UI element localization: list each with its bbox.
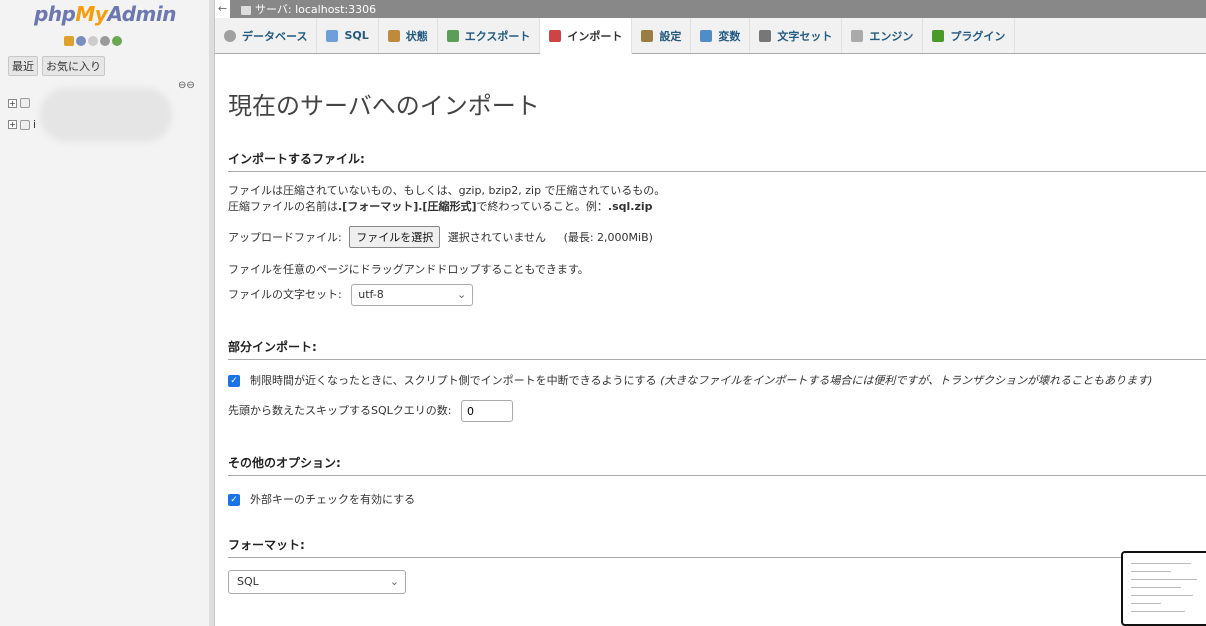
format-row: SQL ⌄ (228, 570, 406, 594)
tab-import[interactable]: インポート (540, 18, 633, 54)
main-menu: データベース SQL 状態 エクスポート インポート 設定 変数 文字セット エ… (215, 18, 1206, 54)
tab-databases[interactable]: データベース (215, 18, 318, 53)
server-breadcrumb[interactable]: サーバ: localhost:3306 (241, 1, 376, 17)
upload-label: アップロードファイル: (228, 231, 342, 244)
tab-plugins[interactable]: プラグイン (923, 18, 1016, 53)
server-icon (241, 5, 251, 15)
skip-row: 先頭から数えたスキップするSQLクエリの数: (228, 400, 513, 422)
skip-queries-input[interactable] (460, 400, 513, 422)
sidebar-tabs: 最近 お気に入り (8, 56, 105, 76)
collapse-arrow-icon[interactable]: ← (215, 0, 231, 18)
dragdrop-hint: ファイルを任意のページにドラッグアンドドロップすることもできます。 (228, 263, 589, 276)
upload-row: アップロードファイル: ファイルを選択 選択されていません (最長: 2,000… (228, 226, 653, 248)
recent-tab[interactable]: 最近 (8, 56, 38, 76)
charset-icon (759, 29, 772, 42)
tab-sql[interactable]: SQL (317, 18, 379, 53)
main-content: 現在のサーバへのインポート インポートするファイル: ファイルは圧縮されていない… (228, 54, 1206, 626)
tree-item[interactable]: + i (8, 118, 36, 131)
other-options-heading: その他のオプション: (228, 454, 1206, 476)
phpmyadmin-logo[interactable]: phpMyAdmin (34, 2, 176, 26)
wrench-icon (641, 29, 654, 42)
file-section-heading: インポートするファイル: (228, 150, 1206, 172)
sidebar-quick-icons (64, 36, 122, 46)
docs-icon[interactable] (88, 36, 98, 46)
fk-checks-label[interactable]: 外部キーのチェックを有効にする (250, 493, 415, 506)
home-icon[interactable] (64, 36, 74, 46)
page-title: 現在のサーバへのインポート (228, 92, 540, 120)
compression-desc: ファイルは圧縮されていないもの、もしくは、gzip, bzip2, zip で圧… (228, 184, 666, 197)
redacted-area (40, 88, 172, 142)
tree-item[interactable]: + (8, 98, 33, 108)
expand-icon[interactable]: + (8, 98, 17, 108)
gear-icon[interactable] (100, 36, 110, 46)
fk-checks-checkbox[interactable]: ✓ (228, 494, 240, 506)
database-icon (20, 119, 30, 130)
database-icon (224, 29, 236, 42)
screenshot-thumbnail[interactable] (1121, 551, 1206, 626)
tab-charsets[interactable]: 文字セット (750, 18, 843, 53)
fk-checks-row: ✓ 外部キーのチェックを有効にする (228, 491, 415, 507)
chevron-down-icon: ⌄ (457, 288, 467, 301)
export-icon (446, 29, 459, 42)
tab-engines[interactable]: エンジン (842, 18, 924, 53)
navigation-sidebar: phpMyAdmin 最近 お気に入り ⊖⊖ + + i (0, 0, 215, 626)
max-upload-size: (最長: 2,000MiB) (563, 231, 653, 244)
database-icon (20, 98, 30, 108)
allow-interrupt-note: (大きなファイルをインポートする場合には便利ですが、トランザクションが壊れること… (660, 374, 1153, 387)
favorites-tab[interactable]: お気に入り (42, 56, 105, 76)
no-file-selected: 選択されていません (447, 231, 547, 244)
tab-export[interactable]: エクスポート (438, 18, 541, 53)
allow-interrupt-row: ✓ 制限時間が近くなったときに、スクリプト側でインポートを中断できるようにする (… (228, 372, 1152, 388)
allow-interrupt-label[interactable]: 制限時間が近くなったときに、スクリプト側でインポートを中断できるようにする (250, 374, 657, 387)
skip-queries-label: 先頭から数えたスキップするSQLクエリの数: (228, 404, 452, 417)
variables-icon (700, 29, 713, 42)
logout-icon[interactable] (76, 36, 86, 46)
tab-status[interactable]: 状態 (379, 18, 438, 53)
status-icon (387, 29, 400, 42)
tab-settings[interactable]: 設定 (632, 18, 692, 53)
plugin-icon (932, 29, 945, 42)
allow-interrupt-checkbox[interactable]: ✓ (228, 375, 240, 387)
link-icon[interactable]: ⊖⊖ (178, 80, 195, 91)
filename-desc: 圧縮ファイルの名前は.[フォーマット].[圧縮形式]で終わっていること。例：.s… (228, 200, 653, 213)
sql-icon (326, 29, 339, 42)
breadcrumb-bar: ← サーバ: localhost:3306 (215, 0, 1206, 18)
charset-select[interactable]: utf-8 ⌄ (351, 284, 474, 306)
charset-label: ファイルの文字セット: (228, 288, 342, 301)
partial-section-heading: 部分インポート: (228, 338, 1206, 360)
choose-file-button[interactable]: ファイルを選択 (349, 226, 441, 248)
format-heading: フォーマット: (228, 536, 1206, 558)
format-select[interactable]: SQL ⌄ (228, 570, 406, 594)
expand-icon[interactable]: + (8, 120, 17, 129)
tree-item-label[interactable]: i (33, 118, 36, 131)
reload-icon[interactable] (112, 36, 122, 46)
import-icon (549, 29, 562, 42)
tab-variables[interactable]: 変数 (691, 18, 751, 53)
charset-row: ファイルの文字セット: utf-8 ⌄ (228, 284, 474, 306)
engine-icon (851, 29, 864, 42)
chevron-down-icon: ⌄ (389, 575, 399, 588)
